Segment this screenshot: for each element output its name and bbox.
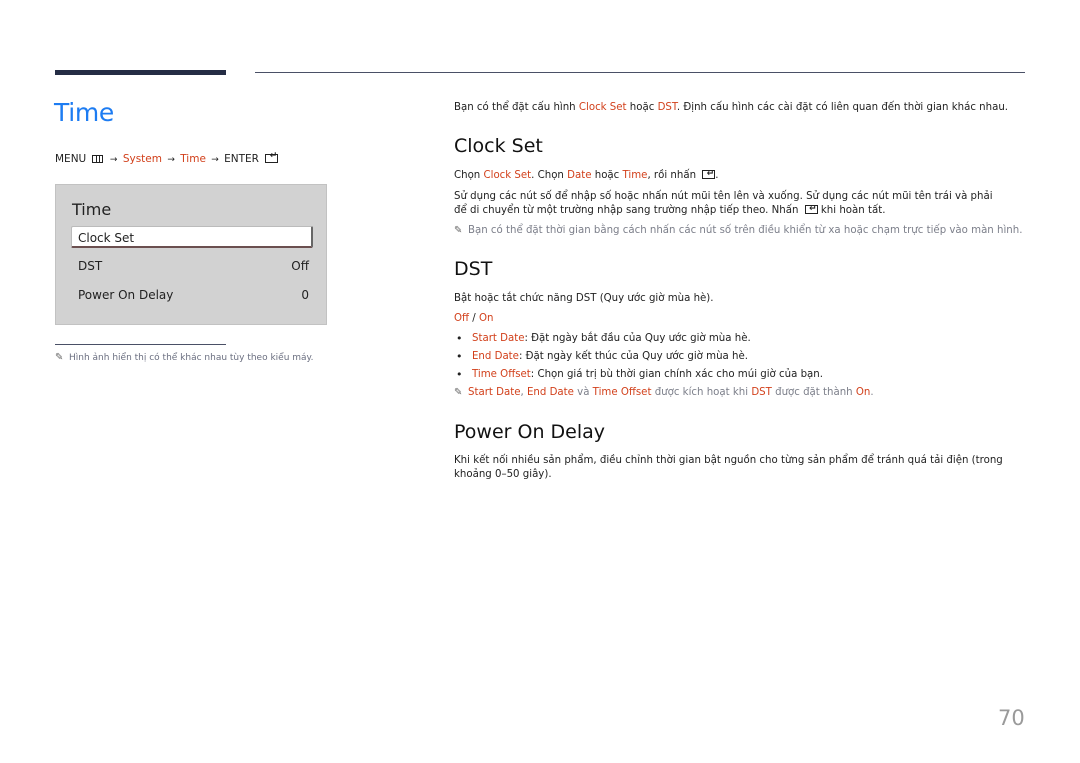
arrow-icon: → <box>211 155 219 165</box>
keyword: Date <box>567 170 592 181</box>
osd-time-panel: Time Clock Set DST Off Power On Delay 0 <box>55 184 327 325</box>
keyword: Time Offset <box>592 387 652 398</box>
list-item: Start Date: Đặt ngày bắt đầu của Quy ước… <box>454 330 1034 348</box>
dst-bullets: Start Date: Đặt ngày bắt đầu của Quy ước… <box>454 330 1034 384</box>
menu-path-system: System <box>122 153 162 165</box>
keyword: Time <box>622 170 648 181</box>
footnote-text: Hình ảnh hiển thị có thể khác nhau tùy t… <box>69 353 314 363</box>
heading-clock-set: Clock Set <box>454 135 543 157</box>
heading-dst: DST <box>454 258 493 280</box>
text: được đặt thành <box>771 387 856 398</box>
osd-item-value: Off <box>291 259 309 273</box>
menu-label: MENU <box>55 153 87 165</box>
text: : Đặt ngày bắt đầu của Quy ước giờ mùa h… <box>524 333 751 344</box>
keyword: Start Date <box>468 387 521 398</box>
keyword: Time Offset <box>472 369 531 380</box>
menu-icon <box>91 155 103 163</box>
enter-icon <box>702 167 716 181</box>
note-text: Bạn có thể đặt thời gian bằng cách nhấn … <box>468 225 1023 236</box>
pencil-icon: ✎ <box>454 387 463 398</box>
text: khi hoàn tất. <box>817 205 886 216</box>
text: . Định cấu hình các cài đặt có liên quan… <box>676 102 1009 113</box>
keyword: DST <box>751 387 772 398</box>
text: Bạn có thể đặt cấu hình <box>454 102 579 113</box>
text: : Chọn giá trị bù thời gian chính xác ch… <box>530 369 823 380</box>
osd-item-dst[interactable]: DST Off <box>71 255 313 277</box>
heading-power-on-delay: Power On Delay <box>454 421 606 443</box>
text: Chọn <box>454 170 484 181</box>
intro-text: Bạn có thể đặt cấu hình Clock Set hoặc D… <box>454 101 1034 115</box>
text: . <box>870 387 874 398</box>
list-item: End Date: Đặt ngày kết thúc của Quy ước … <box>454 348 1034 366</box>
menu-path: MENU → System → Time → ENTER <box>55 151 279 165</box>
dst-options: Off / On <box>454 312 1034 326</box>
text: Sử dụng các nút số để nhập số hoặc nhấn … <box>454 191 993 216</box>
keyword: DST <box>657 102 677 113</box>
arrow-icon: → <box>109 155 118 165</box>
enter-label: ENTER <box>224 153 259 165</box>
option-off: Off <box>454 313 470 324</box>
text: . <box>715 170 719 181</box>
power-on-delay-desc: Khi kết nối nhiều sản phẩm, điều chỉnh t… <box>454 455 1003 480</box>
dst-desc: Bật hoặc tắt chức năng DST (Quy ước giờ … <box>454 293 714 304</box>
option-on: On <box>478 313 494 324</box>
osd-item-value: 0 <box>301 288 309 302</box>
text: được kích hoạt khi <box>651 387 752 398</box>
clock-set-note: ✎ Bạn có thể đặt thời gian bằng cách nhấn… <box>454 224 1034 238</box>
text: hoặc <box>626 102 658 113</box>
option-separator: / <box>469 313 479 324</box>
page-number: 70 <box>998 706 1025 730</box>
osd-item-power-on-delay[interactable]: Power On Delay 0 <box>71 284 313 306</box>
osd-item-label: DST <box>78 259 103 273</box>
keyword: End Date <box>472 351 519 362</box>
enter-icon <box>265 151 279 163</box>
keyword: Clock Set <box>578 102 627 113</box>
keyword: Start Date <box>472 333 525 344</box>
footnote: ✎ Hình ảnh hiển thị có thể khác nhau tùy … <box>55 352 313 363</box>
menu-path-time: Time <box>180 153 206 165</box>
header-bar-thick <box>55 70 226 75</box>
text: , rồi nhấn <box>647 170 700 181</box>
keyword: End Date <box>526 387 574 398</box>
keyword: Clock Set <box>483 170 532 181</box>
enter-icon <box>804 202 818 216</box>
dst-note: ✎ Start Date, End Date và Time Offset đượ… <box>454 386 1034 400</box>
clock-set-p1: Chọn Clock Set. Chọn Date hoặc Time, rồi… <box>454 167 1034 183</box>
osd-panel-title: Time <box>72 200 112 219</box>
osd-item-label: Clock Set <box>78 231 135 245</box>
osd-item-clock-set[interactable]: Clock Set <box>71 226 313 248</box>
pencil-icon: ✎ <box>55 352 64 363</box>
footnote-divider <box>55 344 226 345</box>
clock-set-p2: Sử dụng các nút số để nhập số hoặc nhấn … <box>454 190 999 218</box>
arrow-icon: → <box>167 155 175 165</box>
osd-item-label: Power On Delay <box>78 288 174 302</box>
list-item: Time Offset: Chọn giá trị bù thời gian c… <box>454 366 1034 384</box>
text: : Đặt ngày kết thúc của Quy ước giờ mùa … <box>518 351 748 362</box>
pencil-icon: ✎ <box>454 225 463 236</box>
header-bar-thin <box>255 72 1025 73</box>
page-title: Time <box>54 98 114 127</box>
text: và <box>573 387 593 398</box>
text: . Chọn <box>531 170 568 181</box>
text: hoặc <box>591 170 623 181</box>
keyword: On <box>855 387 871 398</box>
